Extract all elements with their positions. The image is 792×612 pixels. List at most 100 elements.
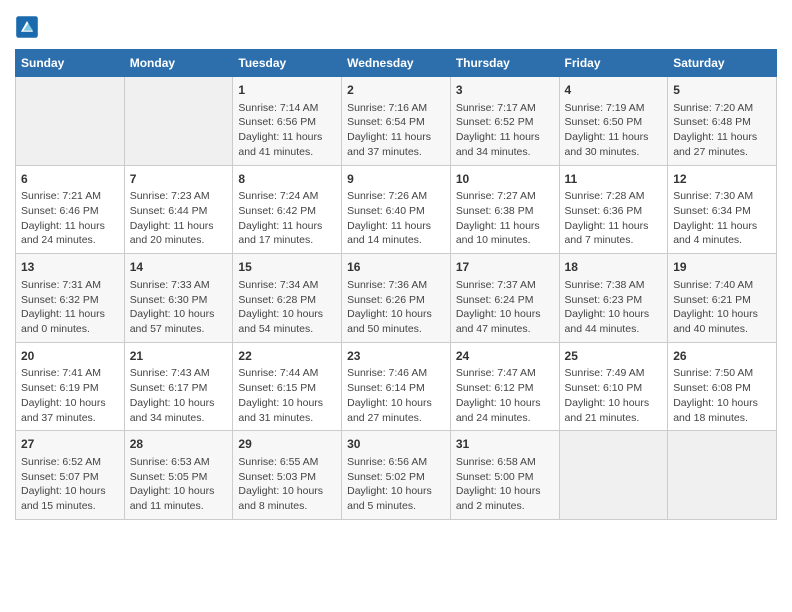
day-number: 20: [21, 348, 119, 365]
day-info: Sunrise: 6:58 AM Sunset: 5:00 PM Dayligh…: [456, 455, 554, 514]
day-info: Sunrise: 7:17 AM Sunset: 6:52 PM Dayligh…: [456, 101, 554, 160]
calendar-table: SundayMondayTuesdayWednesdayThursdayFrid…: [15, 49, 777, 520]
day-header-wednesday: Wednesday: [342, 50, 451, 77]
day-number: 26: [673, 348, 771, 365]
day-info: Sunrise: 7:38 AM Sunset: 6:23 PM Dayligh…: [565, 278, 663, 337]
day-info: Sunrise: 7:14 AM Sunset: 6:56 PM Dayligh…: [238, 101, 336, 160]
day-info: Sunrise: 6:53 AM Sunset: 5:05 PM Dayligh…: [130, 455, 228, 514]
day-number: 30: [347, 436, 445, 453]
day-info: Sunrise: 7:36 AM Sunset: 6:26 PM Dayligh…: [347, 278, 445, 337]
logo-icon: [15, 15, 39, 39]
day-number: 28: [130, 436, 228, 453]
calendar-cell: 30 Sunrise: 6:56 AM Sunset: 5:02 PM Dayli…: [342, 431, 451, 520]
day-info: Sunrise: 6:55 AM Sunset: 5:03 PM Dayligh…: [238, 455, 336, 514]
calendar-cell: [668, 431, 777, 520]
day-number: 19: [673, 259, 771, 276]
calendar-cell: 2Sunrise: 7:16 AM Sunset: 6:54 PM Daylig…: [342, 77, 451, 166]
calendar-cell: 27 Sunrise: 6:52 AM Sunset: 5:07 PM Dayli…: [16, 431, 125, 520]
day-number: 13: [21, 259, 119, 276]
calendar-cell: 23Sunrise: 7:46 AM Sunset: 6:14 PM Dayli…: [342, 342, 451, 431]
calendar-cell: 21Sunrise: 7:43 AM Sunset: 6:17 PM Dayli…: [124, 342, 233, 431]
day-info: Sunrise: 7:44 AM Sunset: 6:15 PM Dayligh…: [238, 366, 336, 425]
day-number: 15: [238, 259, 336, 276]
day-header-tuesday: Tuesday: [233, 50, 342, 77]
day-info: Sunrise: 7:20 AM Sunset: 6:48 PM Dayligh…: [673, 101, 771, 160]
page-header: [15, 15, 777, 39]
day-number: 12: [673, 171, 771, 188]
calendar-cell: [16, 77, 125, 166]
day-number: 1: [238, 82, 336, 99]
week-row-3: 13 Sunrise: 7:31 AM Sunset: 6:32 PM Dayli…: [16, 254, 777, 343]
day-info: Sunrise: 7:43 AM Sunset: 6:17 PM Dayligh…: [130, 366, 228, 425]
day-info: Sunrise: 7:31 AM Sunset: 6:32 PM Dayligh…: [21, 278, 119, 337]
day-number: 25: [565, 348, 663, 365]
calendar-cell: 29 Sunrise: 6:55 AM Sunset: 5:03 PM Dayli…: [233, 431, 342, 520]
day-number: 18: [565, 259, 663, 276]
day-header-thursday: Thursday: [450, 50, 559, 77]
day-info: Sunrise: 7:19 AM Sunset: 6:50 PM Dayligh…: [565, 101, 663, 160]
day-header-sunday: Sunday: [16, 50, 125, 77]
calendar-cell: 1 Sunrise: 7:14 AM Sunset: 6:56 PM Daylig…: [233, 77, 342, 166]
day-info: Sunrise: 7:23 AM Sunset: 6:44 PM Dayligh…: [130, 189, 228, 248]
calendar-cell: 14 Sunrise: 7:33 AM Sunset: 6:30 PM Dayli…: [124, 254, 233, 343]
day-info: Sunrise: 7:27 AM Sunset: 6:38 PM Dayligh…: [456, 189, 554, 248]
calendar-cell: [559, 431, 668, 520]
day-number: 31: [456, 436, 554, 453]
day-number: 3: [456, 82, 554, 99]
calendar-cell: 15 Sunrise: 7:34 AM Sunset: 6:28 PM Dayli…: [233, 254, 342, 343]
day-number: 9: [347, 171, 445, 188]
day-number: 7: [130, 171, 228, 188]
day-number: 23: [347, 348, 445, 365]
day-info: Sunrise: 7:34 AM Sunset: 6:28 PM Dayligh…: [238, 278, 336, 337]
calendar-cell: 28 Sunrise: 6:53 AM Sunset: 5:05 PM Dayli…: [124, 431, 233, 520]
day-number: 14: [130, 259, 228, 276]
calendar-cell: [124, 77, 233, 166]
day-number: 22: [238, 348, 336, 365]
day-info: Sunrise: 7:50 AM Sunset: 6:08 PM Dayligh…: [673, 366, 771, 425]
calendar-cell: 25Sunrise: 7:49 AM Sunset: 6:10 PM Dayli…: [559, 342, 668, 431]
day-number: 27: [21, 436, 119, 453]
calendar-cell: 5 Sunrise: 7:20 AM Sunset: 6:48 PM Daylig…: [668, 77, 777, 166]
calendar-cell: 3 Sunrise: 7:17 AM Sunset: 6:52 PM Daylig…: [450, 77, 559, 166]
day-number: 6: [21, 171, 119, 188]
day-info: Sunrise: 7:24 AM Sunset: 6:42 PM Dayligh…: [238, 189, 336, 248]
calendar-cell: 7Sunrise: 7:23 AM Sunset: 6:44 PM Daylig…: [124, 165, 233, 254]
calendar-cell: 26Sunrise: 7:50 AM Sunset: 6:08 PM Dayli…: [668, 342, 777, 431]
day-info: Sunrise: 7:47 AM Sunset: 6:12 PM Dayligh…: [456, 366, 554, 425]
calendar-header-row: SundayMondayTuesdayWednesdayThursdayFrid…: [16, 50, 777, 77]
week-row-1: 1 Sunrise: 7:14 AM Sunset: 6:56 PM Daylig…: [16, 77, 777, 166]
day-info: Sunrise: 7:40 AM Sunset: 6:21 PM Dayligh…: [673, 278, 771, 337]
calendar-cell: 10Sunrise: 7:27 AM Sunset: 6:38 PM Dayli…: [450, 165, 559, 254]
calendar-cell: 19 Sunrise: 7:40 AM Sunset: 6:21 PM Dayli…: [668, 254, 777, 343]
day-info: Sunrise: 7:46 AM Sunset: 6:14 PM Dayligh…: [347, 366, 445, 425]
day-number: 17: [456, 259, 554, 276]
day-info: Sunrise: 6:56 AM Sunset: 5:02 PM Dayligh…: [347, 455, 445, 514]
calendar-cell: 18 Sunrise: 7:38 AM Sunset: 6:23 PM Dayli…: [559, 254, 668, 343]
calendar-cell: 24Sunrise: 7:47 AM Sunset: 6:12 PM Dayli…: [450, 342, 559, 431]
day-number: 5: [673, 82, 771, 99]
day-number: 8: [238, 171, 336, 188]
day-header-friday: Friday: [559, 50, 668, 77]
calendar-cell: 17Sunrise: 7:37 AM Sunset: 6:24 PM Dayli…: [450, 254, 559, 343]
page-container: SundayMondayTuesdayWednesdayThursdayFrid…: [0, 0, 792, 530]
day-info: Sunrise: 7:26 AM Sunset: 6:40 PM Dayligh…: [347, 189, 445, 248]
day-info: Sunrise: 7:28 AM Sunset: 6:36 PM Dayligh…: [565, 189, 663, 248]
calendar-cell: 6Sunrise: 7:21 AM Sunset: 6:46 PM Daylig…: [16, 165, 125, 254]
calendar-cell: 31 Sunrise: 6:58 AM Sunset: 5:00 PM Dayli…: [450, 431, 559, 520]
calendar-cell: 22Sunrise: 7:44 AM Sunset: 6:15 PM Dayli…: [233, 342, 342, 431]
day-info: Sunrise: 7:30 AM Sunset: 6:34 PM Dayligh…: [673, 189, 771, 248]
day-number: 29: [238, 436, 336, 453]
week-row-2: 6Sunrise: 7:21 AM Sunset: 6:46 PM Daylig…: [16, 165, 777, 254]
day-info: Sunrise: 7:33 AM Sunset: 6:30 PM Dayligh…: [130, 278, 228, 337]
calendar-cell: 13 Sunrise: 7:31 AM Sunset: 6:32 PM Dayli…: [16, 254, 125, 343]
day-info: Sunrise: 7:16 AM Sunset: 6:54 PM Dayligh…: [347, 101, 445, 160]
day-number: 16: [347, 259, 445, 276]
calendar-cell: 11Sunrise: 7:28 AM Sunset: 6:36 PM Dayli…: [559, 165, 668, 254]
day-info: Sunrise: 6:52 AM Sunset: 5:07 PM Dayligh…: [21, 455, 119, 514]
day-number: 24: [456, 348, 554, 365]
calendar-cell: 12Sunrise: 7:30 AM Sunset: 6:34 PM Dayli…: [668, 165, 777, 254]
calendar-cell: 9Sunrise: 7:26 AM Sunset: 6:40 PM Daylig…: [342, 165, 451, 254]
calendar-cell: 8Sunrise: 7:24 AM Sunset: 6:42 PM Daylig…: [233, 165, 342, 254]
calendar-cell: 4Sunrise: 7:19 AM Sunset: 6:50 PM Daylig…: [559, 77, 668, 166]
day-info: Sunrise: 7:49 AM Sunset: 6:10 PM Dayligh…: [565, 366, 663, 425]
